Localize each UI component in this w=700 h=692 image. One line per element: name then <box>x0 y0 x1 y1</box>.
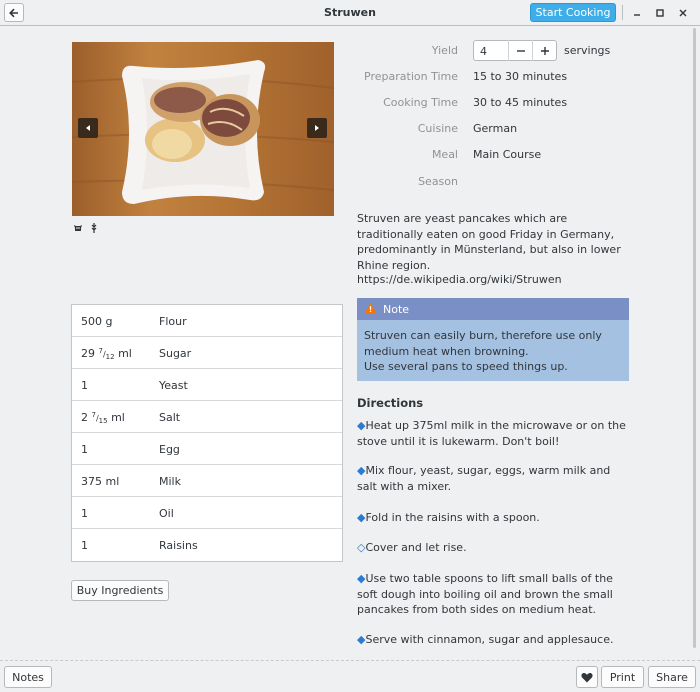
print-button[interactable]: Print <box>601 666 644 688</box>
scrollbar[interactable] <box>693 28 697 658</box>
note-header: Note <box>357 298 629 320</box>
direction-step: ◆Serve with cinnamon, sugar and applesau… <box>357 632 627 648</box>
amount-fraction: 7/12 <box>98 347 115 361</box>
ingredient-amount: 1 <box>81 443 88 456</box>
chevron-right-icon <box>315 125 319 131</box>
direction-step: ◆Fold in the raisins with a spoon. <box>357 510 627 526</box>
step-text: Cover and let rise. <box>365 541 467 554</box>
ingredient-row[interactable]: 1 Egg <box>72 433 342 465</box>
ingredient-amount: 29 7/12 ml <box>81 347 132 361</box>
minimize-button[interactable] <box>629 5 645 21</box>
buy-ingredients-button[interactable]: Buy Ingredients <box>71 580 169 601</box>
cuisine-label: Cuisine <box>417 122 458 135</box>
ingredient-name: Sugar <box>159 347 192 360</box>
heart-icon <box>581 672 593 682</box>
ingredient-amount: 2 7/15 ml <box>81 411 125 425</box>
prep-time-label: Preparation Time <box>364 70 458 83</box>
notes-button[interactable]: Notes <box>4 666 52 688</box>
ingredient-name: Yeast <box>159 379 188 392</box>
cook-time-label: Cooking Time <box>383 96 458 109</box>
scroll-thumb[interactable] <box>693 28 696 648</box>
amount-whole: 29 <box>81 347 95 360</box>
ingredients-table: 500 g Flour 29 7/12 ml Sugar 1 Yeast 2 7/15… <box>71 304 343 562</box>
fraction-denominator: 15 <box>98 417 108 425</box>
ingredient-name: Milk <box>159 475 181 488</box>
ingredient-amount: 1 <box>81 507 88 520</box>
maximize-button[interactable] <box>652 5 668 21</box>
prep-time-value: 15 to 30 minutes <box>473 70 568 83</box>
directions-title: Directions <box>357 396 424 410</box>
cook-time-value: 30 to 45 minutes <box>473 96 568 109</box>
step-text: Fold in the raisins with a spoon. <box>365 511 540 524</box>
ingredient-row[interactable]: 1 Raisins <box>72 529 342 561</box>
close-icon <box>679 9 687 17</box>
ingredient-name: Egg <box>159 443 180 456</box>
note-text: Struven can easily burn, therefore use o… <box>364 328 624 375</box>
direction-step: ◆Heat up 375ml milk in the microwave or … <box>357 418 627 449</box>
note-line: Use several pans to speed things up. <box>364 360 568 373</box>
plus-icon <box>541 46 549 55</box>
maximize-icon <box>656 9 664 17</box>
minimize-icon <box>634 14 640 16</box>
step-text: Mix flour, yeast, sugar, eggs, warm milk… <box>357 464 611 493</box>
header-separator <box>622 5 623 20</box>
amount-unit: ml <box>118 347 132 360</box>
ingredient-name: Salt <box>159 411 181 424</box>
wheat-icon <box>91 223 97 233</box>
meal-label: Meal <box>431 148 458 161</box>
ingredient-row[interactable]: 375 ml Milk <box>72 465 342 497</box>
step-text: Use two table spoons to lift small balls… <box>357 572 613 616</box>
recipe-description: Struven are yeast pancakes which are tra… <box>357 212 621 272</box>
cow-icon <box>74 225 82 231</box>
ingredient-row[interactable]: 1 Oil <box>72 497 342 529</box>
amount-fraction: 7/15 <box>91 411 108 425</box>
header-bar: Struwen Start Cooking <box>0 0 700 26</box>
next-image-button[interactable] <box>307 118 327 138</box>
ingredient-row[interactable]: 2 7/15 ml Salt <box>72 401 342 433</box>
ingredient-amount: 1 <box>81 539 88 552</box>
ingredient-name: Raisins <box>159 539 198 552</box>
amount-whole: 2 <box>81 411 88 424</box>
ingredient-name: Flour <box>159 315 187 328</box>
minus-icon <box>516 49 525 52</box>
direction-step: ◆Mix flour, yeast, sugar, eggs, warm mil… <box>357 463 627 494</box>
step-text: Heat up 375ml milk in the microwave or o… <box>357 419 626 448</box>
direction-step: ◇Cover and let rise. <box>357 540 627 556</box>
step-text: Serve with cinnamon, sugar and applesauc… <box>365 633 614 646</box>
season-label: Season <box>418 175 458 188</box>
ingredient-row[interactable]: 1 Yeast <box>72 369 342 401</box>
meal-value: Main Course <box>473 148 542 161</box>
ingredient-name: Oil <box>159 507 174 520</box>
direction-step: ◆Use two table spoons to lift small ball… <box>357 571 627 618</box>
favorite-button[interactable] <box>576 666 598 688</box>
cuisine-value: German <box>473 122 518 135</box>
chevron-left-icon <box>86 125 90 131</box>
yield-decrease-button[interactable] <box>508 40 532 61</box>
yield-increase-button[interactable] <box>532 40 557 61</box>
note-box: Note Struven can easily burn, therefore … <box>357 298 629 381</box>
ingredient-amount: 1 <box>81 379 88 392</box>
fraction-numerator: 7 <box>91 411 96 419</box>
yield-unit: servings <box>564 44 611 57</box>
ingredient-row[interactable]: 29 7/12 ml Sugar <box>72 337 342 369</box>
yield-input[interactable]: 4 <box>480 45 487 58</box>
yield-label: Yield <box>431 44 458 57</box>
source-link[interactable]: https://de.wikipedia.org/wiki/Struwen <box>357 273 562 286</box>
previous-image-button[interactable] <box>78 118 98 138</box>
ingredient-row[interactable]: 500 g Flour <box>72 305 342 337</box>
ingredient-amount: 375 ml <box>81 475 120 488</box>
recipe-photo <box>72 42 334 216</box>
fraction-numerator: 7 <box>98 347 103 355</box>
share-button[interactable]: Share <box>648 666 696 688</box>
close-button[interactable] <box>675 5 691 21</box>
start-cooking-button[interactable]: Start Cooking <box>530 3 616 22</box>
note-title: Note <box>383 303 410 316</box>
note-line: Struven can easily burn, therefore use o… <box>364 329 602 358</box>
amount-unit: ml <box>111 411 125 424</box>
ingredient-amount: 500 g <box>81 315 113 328</box>
warning-icon <box>364 302 377 314</box>
fraction-denominator: 12 <box>105 353 115 361</box>
